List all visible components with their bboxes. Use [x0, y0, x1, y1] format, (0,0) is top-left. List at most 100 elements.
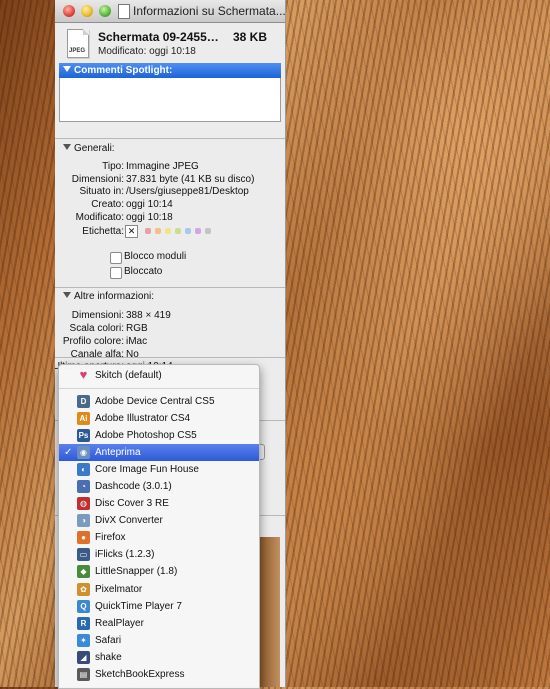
pixelmator-icon: ✿ [77, 582, 90, 596]
menu-item[interactable]: ◑ DivX Converter [59, 512, 259, 529]
no-label-x-icon[interactable]: ✕ [125, 225, 138, 239]
row-key: Situato in: [79, 186, 124, 198]
preview-image-edge [260, 537, 280, 687]
row-value: 388 × 419 [126, 310, 171, 322]
close-button[interactable] [63, 5, 75, 17]
menu-item[interactable]: ◐ Core Image Fun House [59, 461, 259, 478]
spotlight-comments-header[interactable]: Commenti Spotlight: [59, 63, 281, 78]
file-size: 38 KB [232, 30, 267, 44]
row-value: iMac [126, 335, 148, 347]
menu-item[interactable]: Ai Adobe Illustrator CS4 [59, 410, 259, 427]
general-row: Situato in:/Users/giuseppe81/Desktop [55, 186, 285, 199]
open-with-menu[interactable]: ♥ Skitch (default) D Adobe Device Central… [58, 364, 260, 689]
menu-item-label: Adobe Photoshop CS5 [95, 430, 197, 442]
window-title: Informazioni su Schermata... [133, 4, 286, 18]
minimize-button[interactable] [81, 5, 93, 17]
menu-item[interactable]: ▭ iFlicks (1.2.3) [59, 546, 259, 563]
menu-item-label: QuickTime Player 7 [95, 600, 182, 612]
general-row: Creato: oggi 10:14 [55, 199, 285, 212]
blocco-moduli-checkbox[interactable]: Blocco moduli [55, 250, 285, 265]
row-key: Scala colori: [69, 323, 124, 335]
divider [55, 287, 285, 289]
menu-item-label: Core Image Fun House [95, 464, 199, 476]
row-key: Tipo: [102, 161, 124, 172]
label-color-green[interactable] [175, 228, 181, 235]
checkbox-label: Blocco moduli [124, 251, 187, 263]
disclosure-triangle-icon[interactable] [63, 292, 71, 299]
row-value: 37.831 byte (41 KB su disco) [126, 173, 255, 185]
label-color-blue[interactable] [185, 228, 191, 235]
row-value: /Users/giuseppe81/Desktop [126, 186, 249, 198]
more-info-section-header[interactable]: Altre informazioni: [55, 290, 285, 304]
menu-item[interactable]: ◆ LittleSnapper (1.8) [59, 563, 259, 580]
menu-divider [59, 388, 259, 389]
bloccato-checkbox[interactable]: Bloccato [55, 265, 285, 280]
preview-icon: ◉ [77, 446, 90, 460]
checkbox-box[interactable] [110, 267, 122, 280]
label-color-orange[interactable] [155, 228, 161, 235]
general-row: Dimensioni: 37.831 byte (41 KB su disco) [55, 174, 285, 187]
document-proxy-icon[interactable] [118, 4, 130, 19]
row-value: Immagine JPEG [126, 161, 199, 172]
menu-item-label: Adobe Illustrator CS4 [95, 413, 191, 425]
menu-item[interactable]: Ps Adobe Photoshop CS5 [59, 427, 259, 444]
general-heading: Generali: [74, 143, 115, 154]
menu-item-label: Skitch (default) [95, 370, 162, 381]
menu-item-label: iFlicks (1.2.3) [95, 549, 155, 561]
firefox-icon: ● [77, 531, 90, 545]
menu-item[interactable]: ✿ Pixelmator [59, 581, 259, 598]
menu-item[interactable]: D Adobe Device Central CS5 [59, 393, 259, 410]
disclosure-triangle-icon[interactable] [63, 66, 71, 72]
checkmark-icon: ✓ [64, 447, 73, 459]
menu-item[interactable]: ◔ Dashcode (3.0.1) [59, 478, 259, 495]
general-row: Tipo: Immagine JPEG [55, 161, 285, 174]
menu-item[interactable]: R RealPlayer [59, 615, 259, 632]
label-color-red[interactable] [145, 228, 151, 235]
divider [55, 138, 285, 139]
quicktime-icon: Q [77, 599, 90, 613]
row-value: oggi 10:14 [126, 199, 173, 211]
more-info-row: Canale alfa: No [55, 349, 285, 362]
menu-item-label: Pixelmator [95, 583, 143, 595]
menu-item-label: Dashcode (3.0.1) [95, 481, 172, 493]
file-header: JPEG Schermata 09-2455… 38 KB Modificato… [55, 23, 285, 63]
row-key: Dimensioni: [71, 310, 124, 322]
menu-item[interactable]: ✦ Safari [59, 632, 259, 649]
menu-item[interactable]: ● Firefox [59, 529, 259, 546]
more-info-heading: Altre informazioni: [74, 291, 155, 303]
menu-item[interactable]: ▤ SketchBookExpress [59, 666, 259, 683]
more-info-row: Dimensioni: 388 × 419 [55, 310, 285, 323]
shake-icon: ◢ [77, 650, 90, 664]
menu-item[interactable]: Q QuickTime Player 7 [59, 598, 259, 615]
menu-item[interactable]: ◍ Disc Cover 3 RE [59, 495, 259, 512]
menu-item-label: Safari [95, 634, 122, 646]
label-color-purple[interactable] [195, 228, 201, 235]
general-row: Modificato: oggi 10:18 [55, 212, 285, 225]
dashcode-icon: ◔ [77, 480, 90, 494]
window-titlebar[interactable]: Informazioni su Schermata... [55, 0, 285, 23]
label-color-gray[interactable] [205, 228, 211, 235]
menu-item-default[interactable]: ♥ Skitch (default) [59, 366, 259, 385]
iflicks-icon: ▭ [77, 548, 90, 562]
file-modified: Modificato: oggi 10:18 [98, 46, 196, 57]
label-key: Etichetta: [82, 226, 124, 238]
divx-converter-icon: ◑ [77, 514, 90, 528]
menu-item-label: shake [95, 651, 122, 663]
realplayer-icon: R [77, 616, 90, 630]
zoom-button[interactable] [99, 5, 111, 17]
safari-icon: ✦ [77, 633, 90, 647]
disclosure-triangle-icon[interactable] [63, 144, 71, 150]
menu-item-label: DivX Converter [95, 515, 163, 527]
disc-cover-icon: ◍ [77, 497, 90, 511]
adobe-device-central-icon: D [77, 395, 90, 408]
general-section-header[interactable]: Generali: [55, 142, 285, 156]
spotlight-heading: Commenti Spotlight: [74, 65, 173, 76]
checkbox-box[interactable] [110, 252, 122, 265]
spotlight-comments-field[interactable] [59, 78, 281, 122]
menu-item[interactable]: ◢ shake [59, 649, 259, 666]
adobe-photoshop-icon: Ps [77, 429, 90, 443]
row-key: Creato: [91, 199, 124, 211]
row-key: Profilo colore: [62, 335, 124, 347]
label-color-yellow[interactable] [165, 228, 171, 235]
menu-item[interactable]: ✓ ◉ Anteprima [59, 444, 259, 462]
